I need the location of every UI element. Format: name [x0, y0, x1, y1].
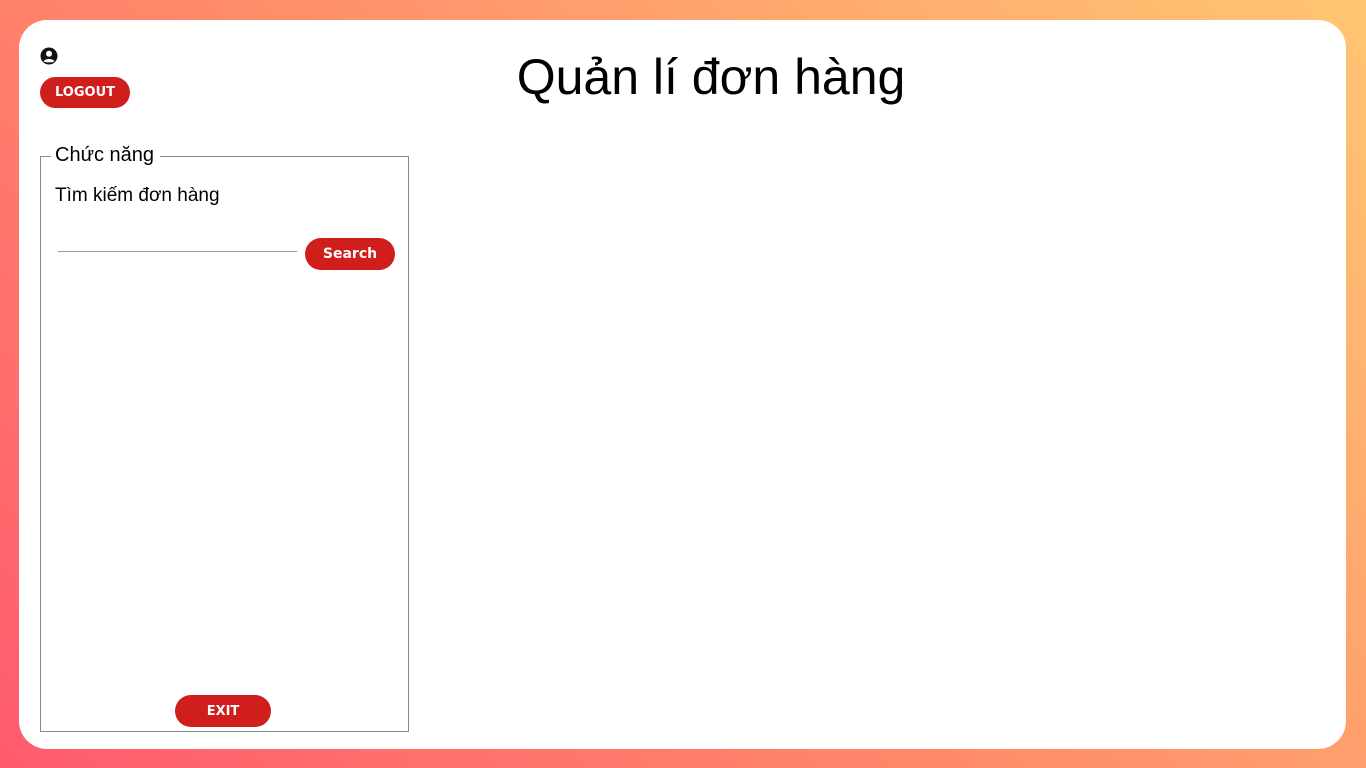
- exit-button[interactable]: EXIT: [175, 695, 271, 727]
- function-panel: Chức năng Tìm kiếm đơn hàng Search EXIT: [40, 143, 409, 732]
- logout-button[interactable]: LOGOUT: [40, 77, 130, 108]
- user-circle-icon[interactable]: [40, 47, 58, 65]
- search-label: Tìm kiếm đơn hàng: [55, 185, 220, 206]
- page-title: Quản lí đơn hàng: [516, 49, 906, 105]
- search-button[interactable]: Search: [305, 238, 395, 270]
- main-card: LOGOUT Quản lí đơn hàng Chức năng Tìm ki…: [19, 20, 1346, 749]
- panel-legend: Chức năng: [51, 143, 161, 167]
- search-input[interactable]: [58, 227, 297, 252]
